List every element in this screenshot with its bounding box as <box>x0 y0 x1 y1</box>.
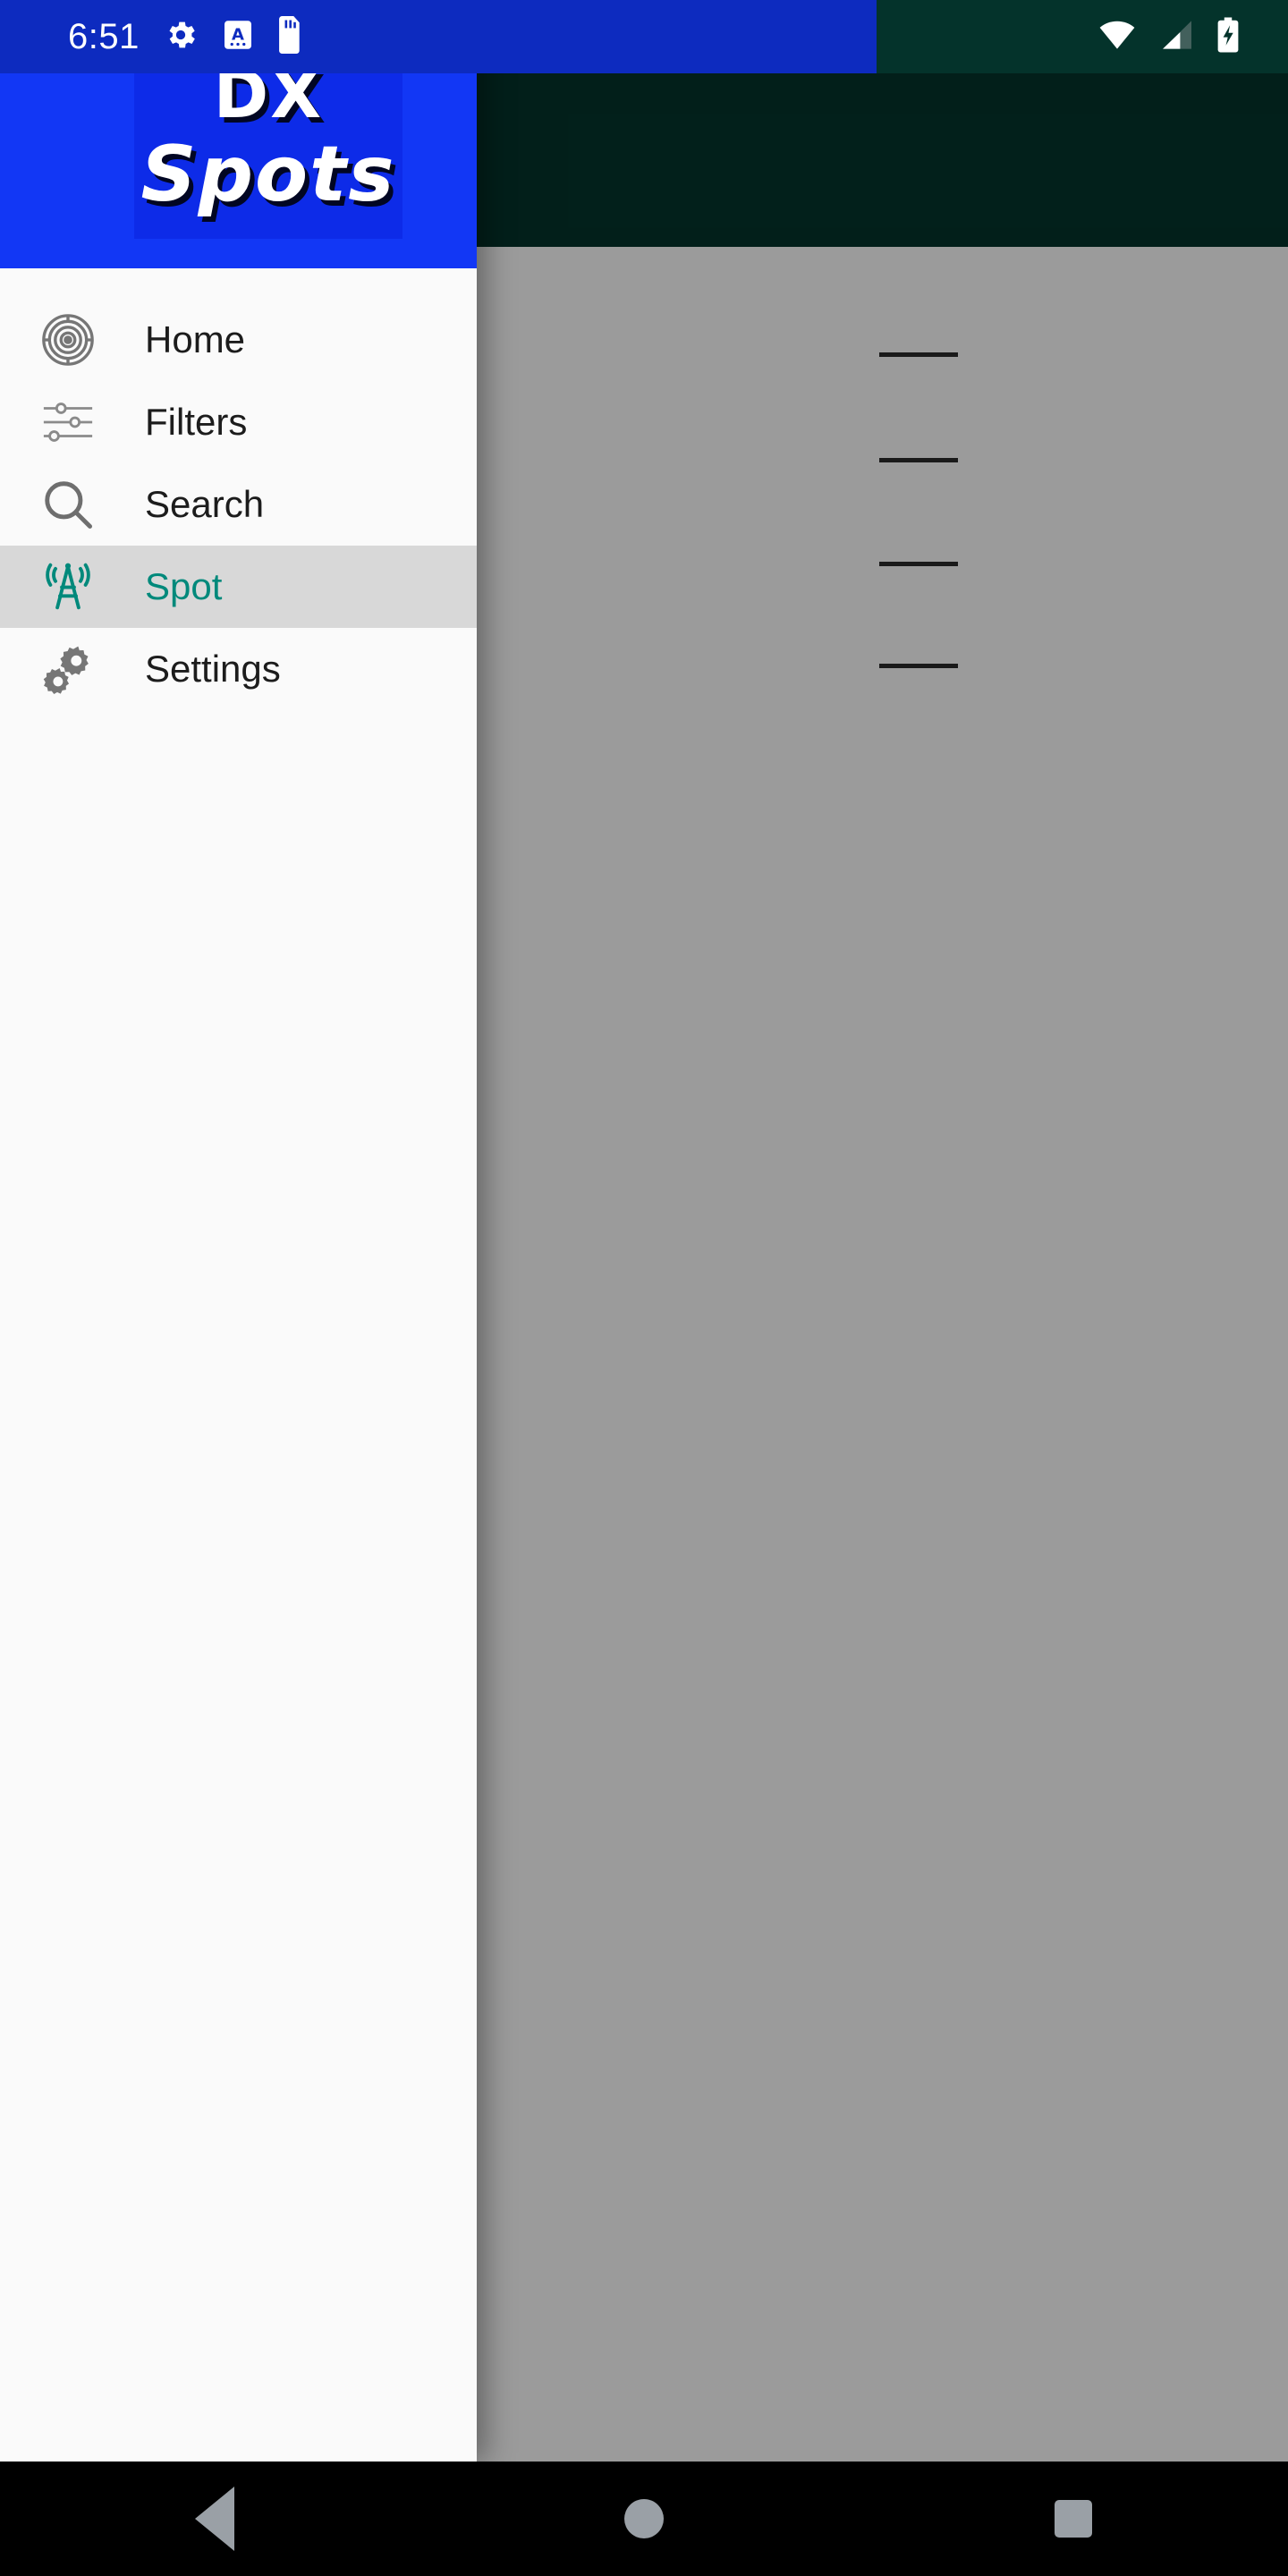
phone-screen: DX Spots Home Filters Search Spot Settin… <box>0 0 1288 2576</box>
back-triangle-icon <box>195 2487 234 2551</box>
navigation-drawer: DX Spots Home Filters Search Spot Settin… <box>0 0 477 2462</box>
logo-text-dx: DX <box>213 55 324 133</box>
sidebar-item-label: Spot <box>145 565 223 607</box>
back-button[interactable] <box>125 2462 304 2576</box>
app-logo: DX Spots <box>134 36 402 239</box>
sidebar-item-label: Search <box>145 483 265 525</box>
drawer-header: DX Spots <box>0 0 477 268</box>
sidebar-item-label: Home <box>145 318 246 360</box>
sliders-icon <box>25 381 111 463</box>
magnifier-icon <box>25 463 111 546</box>
radar-target-icon <box>25 299 111 381</box>
sidebar-item-search[interactable]: Search <box>0 463 477 546</box>
logo-text-spots: Spots <box>140 129 396 219</box>
drawer-menu: Home Filters Search Spot Settings <box>0 268 477 710</box>
sidebar-item-settings[interactable]: Settings <box>0 628 477 710</box>
recents-square-icon <box>1055 2500 1092 2538</box>
sidebar-item-spot[interactable]: Spot <box>0 546 477 628</box>
sidebar-item-home[interactable]: Home <box>0 299 477 381</box>
home-circle-icon <box>624 2499 664 2538</box>
sidebar-item-label: Filters <box>145 401 248 443</box>
sidebar-item-filters[interactable]: Filters <box>0 381 477 463</box>
home-button[interactable] <box>555 2462 733 2576</box>
sidebar-item-label: Settings <box>145 648 281 690</box>
radio-tower-icon <box>25 546 111 628</box>
gears-icon <box>25 628 111 710</box>
system-navigation-bar <box>0 2462 1288 2576</box>
recents-button[interactable] <box>984 2462 1163 2576</box>
